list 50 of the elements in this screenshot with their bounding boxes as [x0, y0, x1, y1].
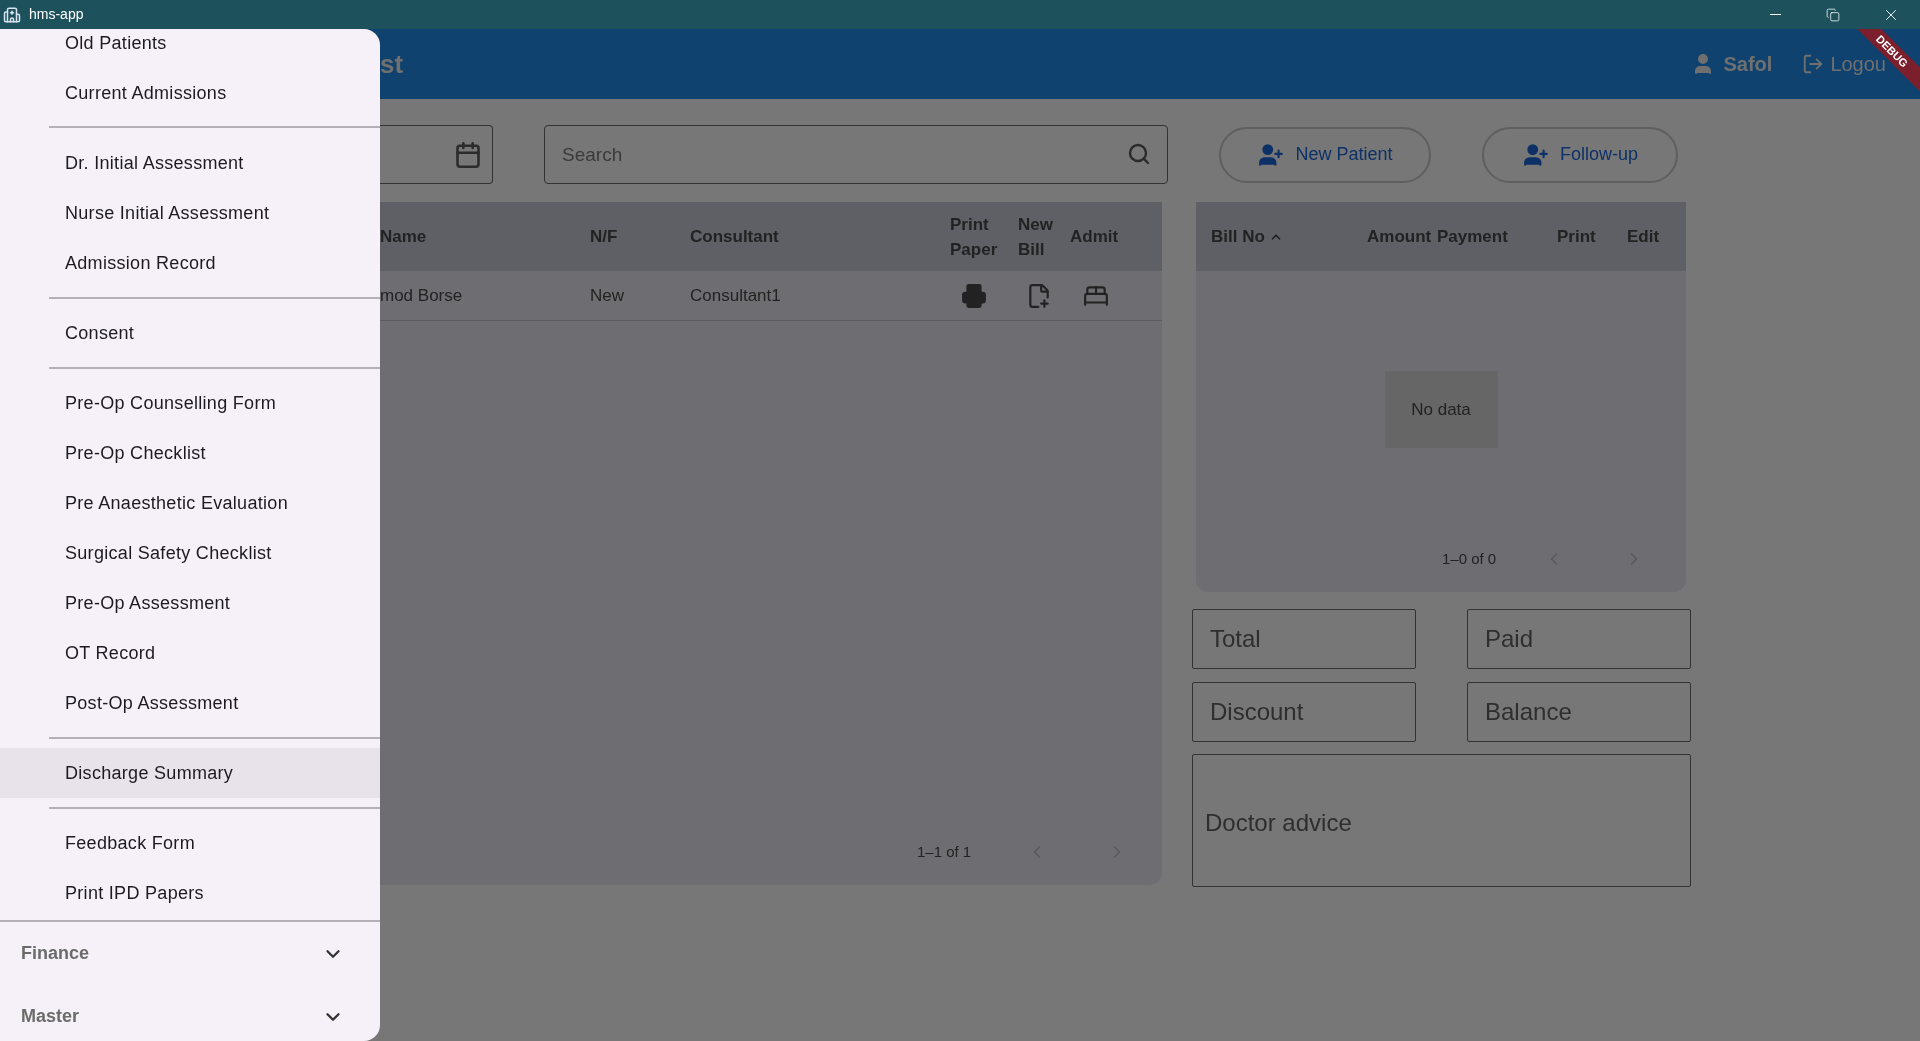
logout-icon	[1802, 53, 1825, 75]
drawer-item[interactable]: Pre-Op Assessment	[0, 578, 380, 628]
table-cell-text: New	[590, 284, 625, 307]
page-title: st	[380, 47, 404, 81]
drawer-item[interactable]: Post-Op Assessment	[0, 678, 380, 728]
empty-message: No data	[1384, 370, 1498, 448]
column-header: Consultant	[690, 226, 780, 248]
column-header: Name	[380, 226, 428, 248]
doctor-advice-field[interactable]: Doctor advice	[1192, 754, 1691, 887]
column-header: Print Paper	[950, 213, 999, 261]
amount-field[interactable]: Discount	[1192, 682, 1416, 742]
new-bill-icon[interactable]	[1026, 282, 1052, 309]
amount-field[interactable]: Balance	[1467, 682, 1691, 742]
amount-field[interactable]: Total	[1192, 609, 1416, 669]
column-header: Admit	[1070, 226, 1120, 248]
drawer-section[interactable]: Finance	[0, 922, 380, 985]
drawer-item[interactable]: Old Patients	[0, 29, 380, 68]
column-header: N/F	[590, 226, 619, 248]
drawer-item[interactable]: Current Admissions	[0, 68, 380, 118]
drawer-item[interactable]: Pre-Op Checklist	[0, 428, 380, 478]
drawer-item[interactable]: Pre-Op Counselling Form	[0, 378, 380, 428]
search-icon	[1127, 142, 1151, 166]
calendar-icon	[454, 140, 482, 169]
add-person-icon	[1522, 141, 1550, 168]
search-field[interactable]: Search	[544, 125, 1168, 184]
user-name: Safol	[1723, 52, 1773, 77]
drawer-item[interactable]: Print IPD Papers	[0, 868, 380, 918]
restore-icon	[1826, 7, 1840, 22]
table-cell-text: Consultant1	[690, 284, 782, 307]
add-person-icon	[1257, 141, 1286, 168]
print-icon[interactable]	[960, 282, 988, 309]
amount-field[interactable]: Paid	[1467, 609, 1691, 669]
column-header: New Bill	[1018, 213, 1054, 261]
drawer-item[interactable]: Consent	[0, 308, 380, 358]
pagination-label: 1–1 of 1	[917, 841, 972, 862]
drawer-item[interactable]: Admission Record	[0, 238, 380, 288]
drawer-item[interactable]: Discharge Summary	[0, 748, 380, 798]
drawer-item[interactable]: Surgical Safety Checklist	[0, 528, 380, 578]
app-icon	[3, 5, 21, 24]
drawer-item[interactable]: Pre Anaesthetic Evaluation	[0, 478, 380, 528]
pagination-label: 1–0 of 0	[1442, 548, 1497, 569]
drawer-item[interactable]: Nurse Initial Assessment	[0, 188, 380, 238]
window-title: hms-app	[29, 5, 84, 24]
date-field[interactable]	[380, 125, 493, 184]
drawer-item[interactable]: Dr. Initial Assessment	[0, 138, 380, 188]
table-cell-text: mod Borse	[380, 284, 464, 307]
minimize-icon	[1769, 14, 1781, 15]
drawer-item[interactable]: Feedback Form	[0, 818, 380, 868]
drawer-section[interactable]: Master	[0, 985, 380, 1041]
drawer-item[interactable]: OT Record	[0, 628, 380, 678]
